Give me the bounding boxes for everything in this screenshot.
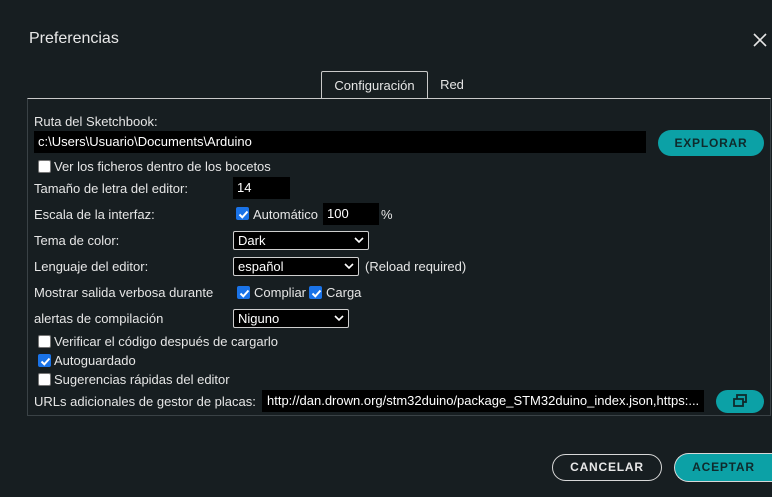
language-label: Lenguaje del editor: <box>34 259 149 274</box>
verify-checkbox[interactable] <box>38 335 51 348</box>
close-icon[interactable] <box>750 30 770 50</box>
dialog-title: Preferencias <box>29 30 119 47</box>
board-urls-label: URLs adicionales de gestor de placas: <box>34 394 256 409</box>
tab-bar: Configuración Red <box>0 71 772 99</box>
verbose-label: Mostrar salida verbosa durante <box>34 285 214 300</box>
browse-button[interactable]: EXPLORAR <box>658 130 764 156</box>
theme-label: Tema de color: <box>34 233 120 248</box>
verbose-compile-checkbox[interactable] <box>237 286 250 299</box>
warnings-select-value: Niguno <box>238 311 280 326</box>
board-urls-input[interactable]: http://dan.drown.org/stm32duino/package_… <box>262 390 704 412</box>
font-size-input[interactable]: 14 <box>233 177 290 199</box>
theme-select-value: Dark <box>238 233 266 248</box>
scale-unit: % <box>381 207 393 222</box>
reload-note: (Reload required) <box>365 259 467 274</box>
warnings-label: alertas de compilación <box>34 311 164 326</box>
tab-configuracion[interactable]: Configuración <box>321 71 428 99</box>
verbose-upload-label: Carga <box>326 285 362 300</box>
autosave-label: Autoguardado <box>54 353 136 368</box>
show-files-checkbox[interactable] <box>38 160 51 173</box>
scale-label: Escala de la interfaz: <box>34 207 155 222</box>
language-select[interactable]: español <box>233 257 359 276</box>
auto-scale-checkbox[interactable] <box>236 207 249 220</box>
chevron-down-icon <box>354 237 364 244</box>
open-board-urls-button[interactable] <box>716 390 764 413</box>
autosave-checkbox[interactable] <box>38 354 51 367</box>
auto-scale-label: Automático <box>253 207 319 222</box>
quick-suggestions-checkbox[interactable] <box>38 373 51 386</box>
warnings-select[interactable]: Niguno <box>233 309 349 328</box>
chevron-down-icon <box>334 315 344 322</box>
open-window-icon <box>733 394 747 407</box>
theme-select[interactable]: Dark <box>233 231 369 250</box>
language-select-value: español <box>238 259 284 274</box>
sketchbook-label: Ruta del Sketchbook: <box>34 114 158 129</box>
chevron-down-icon <box>344 263 354 270</box>
verbose-upload-checkbox[interactable] <box>309 286 322 299</box>
accept-button[interactable]: ACEPTAR <box>674 453 772 482</box>
preferences-dialog: Preferencias Configuración Red Ruta del … <box>0 0 772 497</box>
cancel-button[interactable]: CANCELAR <box>552 454 662 481</box>
scale-input[interactable]: 100 <box>323 203 379 225</box>
show-files-label: Ver los ficheros dentro de los bocetos <box>54 159 271 174</box>
font-size-label: Tamaño de letra del editor: <box>34 181 188 196</box>
quick-suggestions-label: Sugerencias rápidas del editor <box>54 372 230 387</box>
verify-label: Verificar el código después de cargarlo <box>54 334 279 349</box>
sketchbook-path-input[interactable]: c:\Users\Usuario\Documents\Arduino <box>34 131 646 153</box>
verbose-compile-label: Compliar <box>254 285 307 300</box>
tab-red[interactable]: Red <box>432 71 472 99</box>
